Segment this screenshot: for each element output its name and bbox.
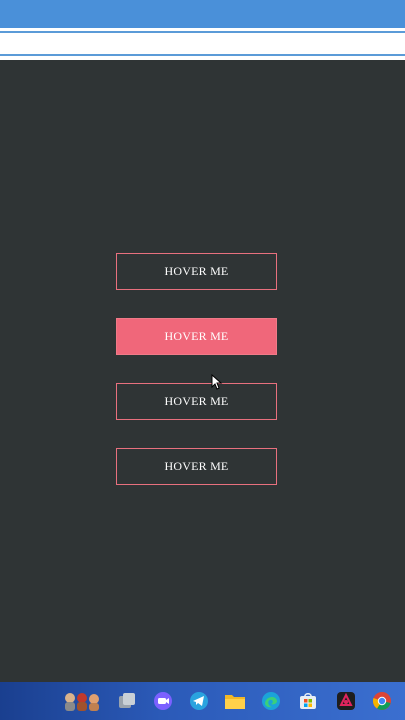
store-icon[interactable]	[297, 690, 319, 712]
chat-icon[interactable]	[152, 690, 174, 712]
hover-button-4[interactable]: HOVER ME	[116, 448, 277, 485]
page-content: HOVER ME HOVER ME HOVER ME HOVER ME	[0, 60, 405, 682]
task-view-icon[interactable]	[116, 690, 138, 712]
address-bar-top-border	[0, 31, 405, 33]
hover-button-3[interactable]: HOVER ME	[116, 383, 277, 420]
hover-button-2-label: HOVER ME	[164, 329, 229, 343]
chrome-icon[interactable]	[371, 690, 393, 712]
browser-address-area[interactable]	[0, 28, 405, 60]
telegram-icon[interactable]	[188, 690, 210, 712]
app-icon[interactable]	[335, 690, 357, 712]
people-icon[interactable]	[62, 690, 104, 712]
browser-title-bar	[0, 0, 405, 28]
hover-button-3-label: HOVER ME	[164, 394, 229, 408]
taskbar	[0, 682, 405, 720]
hover-button-1[interactable]: HOVER ME	[116, 253, 277, 290]
hover-button-1-label: HOVER ME	[164, 264, 229, 278]
mouse-cursor-icon	[211, 374, 223, 390]
address-bar-bottom-border	[0, 54, 405, 56]
file-explorer-icon[interactable]	[224, 690, 246, 712]
hover-button-4-label: HOVER ME	[164, 459, 229, 473]
hover-button-2[interactable]: HOVER ME	[116, 318, 277, 355]
edge-icon[interactable]	[260, 690, 282, 712]
